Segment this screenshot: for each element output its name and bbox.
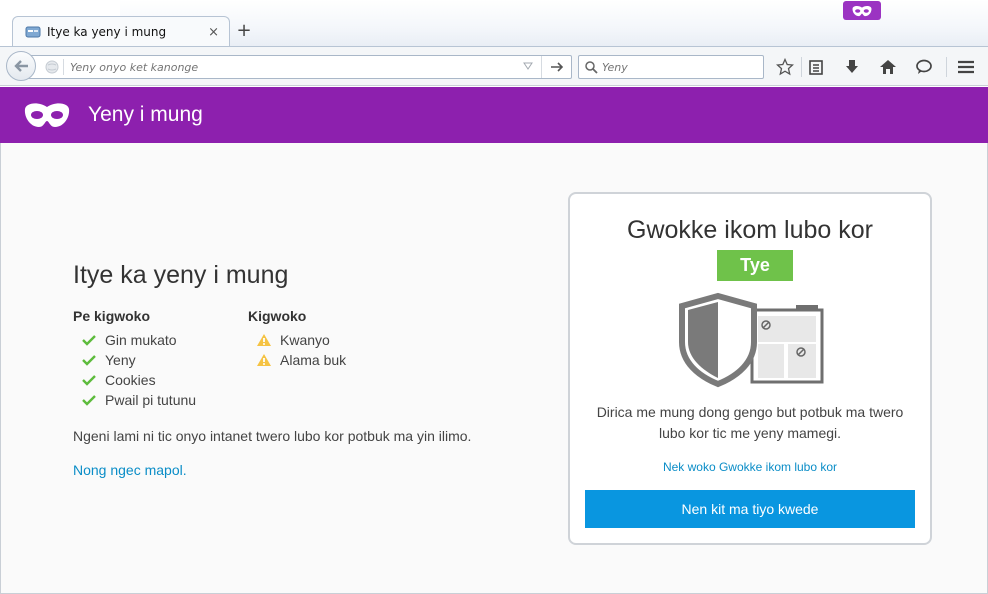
list-item-label: Pwail pi tutunu [105, 392, 197, 408]
arrow-right-icon [550, 62, 563, 72]
check-icon [81, 352, 97, 368]
learn-more-link[interactable]: Nong ngec mapol. [73, 462, 533, 478]
kept-heading: Kigwoko [248, 308, 307, 324]
list-item: Gin mukato [73, 330, 248, 350]
warning-icon [256, 332, 272, 348]
list-item-label: Cookies [105, 372, 156, 388]
tab-private-browsing[interactable]: Itye ka yeny i mung × [12, 16, 230, 47]
list-item: Yeny [73, 350, 248, 370]
tracking-protection-title: Gwokke ikom lubo kor [627, 216, 873, 244]
list-item-label: Yeny [105, 352, 136, 368]
chat-bubble-icon[interactable] [912, 56, 936, 78]
search-icon [585, 60, 598, 74]
list-item-label: Gin mukato [105, 332, 177, 348]
private-mask-icon [852, 5, 872, 16]
home-icon[interactable] [876, 56, 900, 78]
hamburger-menu-icon[interactable] [954, 56, 978, 78]
tracking-protection-card: Gwokke ikom lubo kor Tye Dirica me mung … [568, 192, 932, 545]
see-how-it-works-button[interactable]: Nen kit ma tiyo kwede [585, 490, 915, 528]
url-bar[interactable] [28, 55, 572, 79]
globe-icon [45, 60, 59, 74]
list-item: Cookies [73, 370, 248, 390]
list-item-label: Kwanyo [280, 332, 330, 348]
navigation-toolbar [0, 46, 988, 86]
list-item: Pwail pi tutunu [73, 390, 248, 410]
private-browsing-header: Yeny i mung [0, 87, 988, 143]
arrow-left-icon [14, 60, 28, 72]
page-header-title: Yeny i mung [88, 103, 203, 126]
private-info-text: Ngeni lami ni tic onyo intanet twero lub… [73, 428, 472, 444]
shield-tracking-illustration-icon [679, 292, 824, 388]
url-dropdown-icon[interactable] [515, 62, 541, 73]
private-tab-favicon-icon [25, 26, 41, 38]
disable-tracking-link[interactable]: Nek woko Gwokke ikom lubo kor [570, 460, 930, 474]
check-icon [81, 372, 97, 388]
bookmarks-menu-icon[interactable] [804, 56, 828, 78]
check-icon [81, 332, 97, 348]
not-saved-heading: Pe kigwoko [73, 308, 151, 324]
kept-column: Kigwoko Kwanyo Alama buk [248, 308, 423, 410]
private-mask-icon [24, 103, 70, 127]
tab-title: Itye ka yeny i mung [47, 25, 167, 39]
bookmark-star-icon[interactable] [773, 56, 797, 78]
go-button[interactable] [541, 56, 571, 78]
private-heading: Itye ka yeny i mung [73, 261, 289, 289]
tracking-protection-description: Dirica me mung dong gengo but potbuk ma … [596, 404, 904, 441]
page-content: Itye ka yeny i mung Pe kigwoko Gin mukat… [0, 143, 988, 594]
new-tab-button[interactable]: + [234, 20, 254, 42]
toolbar-separator [946, 57, 947, 77]
not-saved-column: Pe kigwoko Gin mukato Yeny Cookies Pwail… [73, 308, 248, 410]
back-button[interactable] [6, 51, 36, 81]
url-input[interactable] [64, 60, 515, 74]
list-item: Kwanyo [248, 330, 423, 350]
download-icon[interactable] [840, 56, 864, 78]
tab-close-icon[interactable]: × [208, 25, 219, 40]
private-info-section: Itye ka yeny i mung Pe kigwoko Gin mukat… [73, 261, 533, 478]
search-bar[interactable] [578, 55, 764, 79]
toolbar-separator [801, 57, 802, 77]
check-icon [81, 392, 97, 408]
list-item: Alama buk [248, 350, 423, 370]
search-input[interactable] [598, 60, 763, 74]
warning-icon [256, 352, 272, 368]
saved-kept-columns: Pe kigwoko Gin mukato Yeny Cookies Pwail… [73, 308, 533, 410]
list-item-label: Alama buk [280, 352, 347, 368]
private-browsing-indicator [843, 1, 881, 20]
tracking-protection-toggle[interactable]: Tye [717, 250, 793, 281]
